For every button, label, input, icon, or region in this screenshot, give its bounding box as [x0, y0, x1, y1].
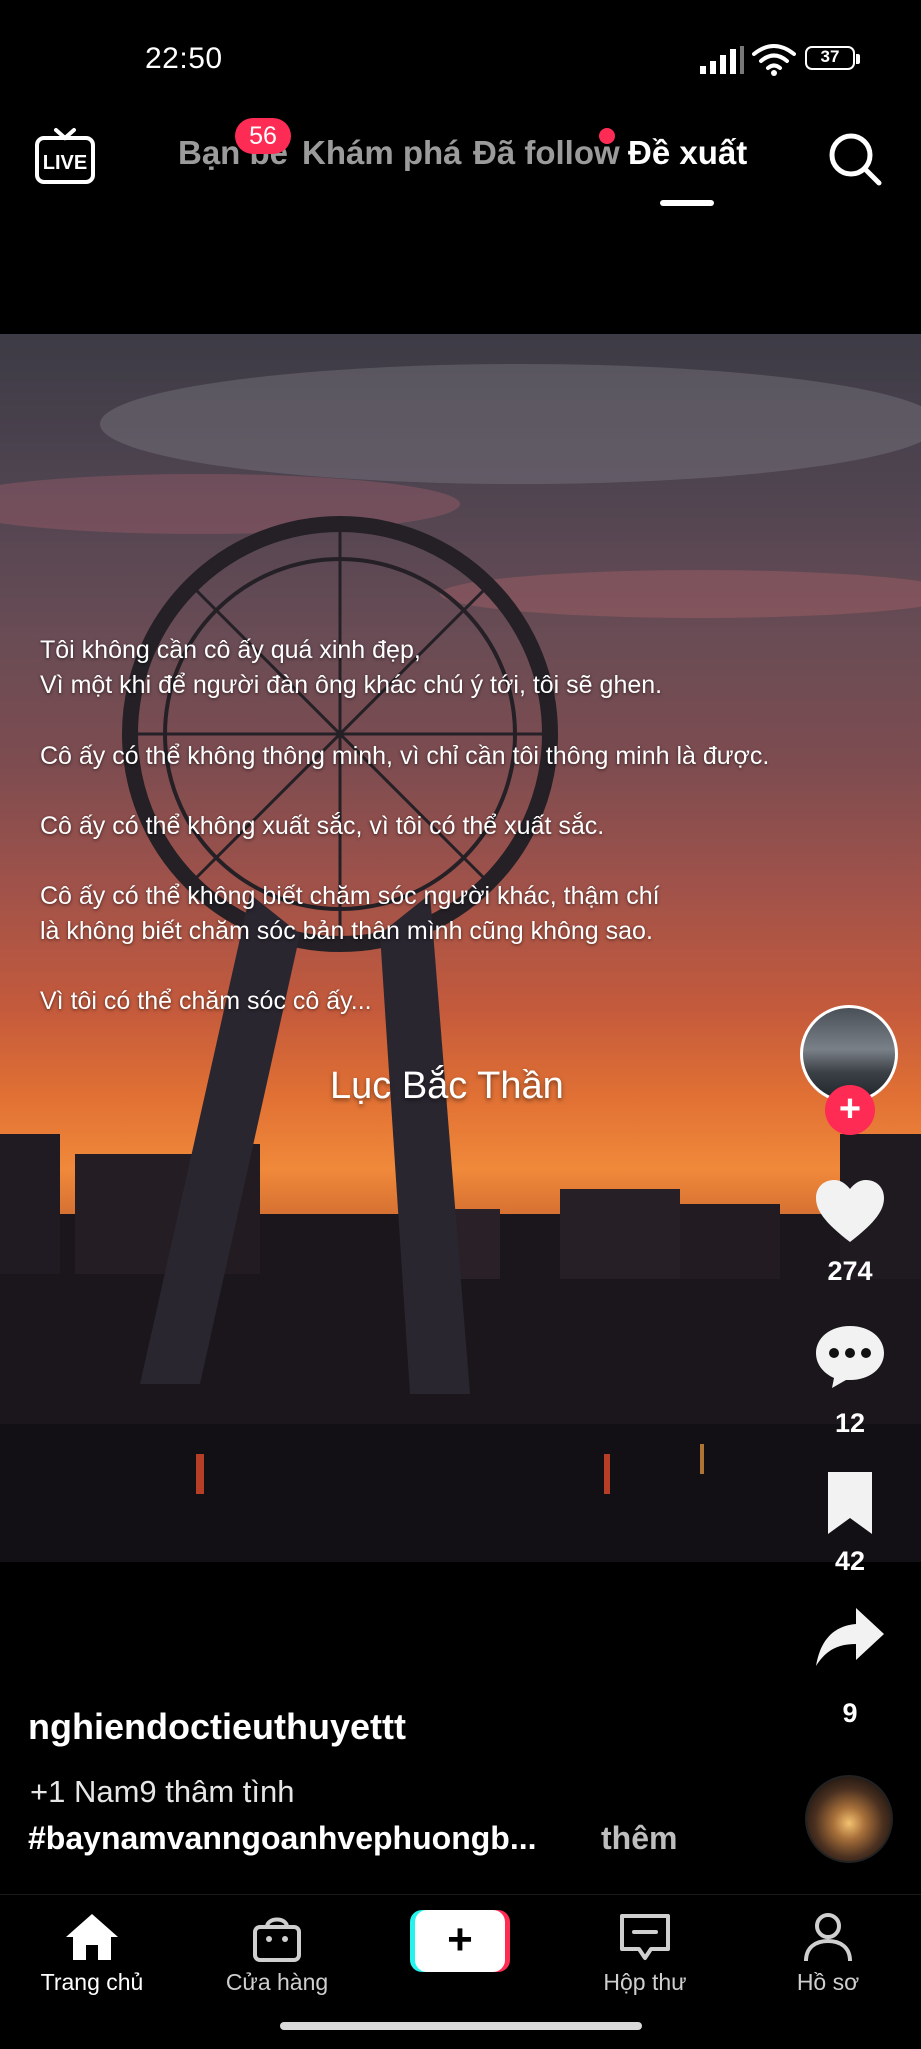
tab-following[interactable]: Đã follow: [473, 134, 620, 172]
follow-button[interactable]: +: [825, 1085, 875, 1135]
poem-line: Tôi không cần cô ấy quá xinh đẹp,: [40, 636, 421, 664]
signal-icon: [700, 46, 744, 74]
video-signature: Lục Bắc Thần: [330, 1065, 564, 1107]
inbox-icon: [620, 1914, 670, 1960]
nav-inbox-label: Hộp thư: [603, 1969, 687, 1995]
nav-shop-label: Cửa hàng: [225, 1969, 329, 1995]
nav-home[interactable]: Trang chủ: [22, 1911, 162, 1996]
caption-hashtags[interactable]: #baynamvanngoanhvephuongb...: [28, 1820, 537, 1857]
battery-icon: 37: [805, 46, 863, 74]
plus-icon: +: [415, 1910, 505, 1972]
bookmark-icon[interactable]: [814, 1470, 886, 1538]
shop-icon: [253, 1917, 301, 1962]
search-icon[interactable]: [826, 130, 884, 188]
home-indicator: [280, 2022, 642, 2030]
creator-username[interactable]: nghiendoctieuthuyettt: [28, 1706, 406, 1748]
profile-icon: [804, 1913, 852, 1962]
heart-icon[interactable]: [814, 1178, 886, 1246]
caption-text: +1 Nam9 thâm tình: [30, 1774, 295, 1809]
poem-line: là không biết chăm sóc bản thân mình cũn…: [40, 917, 653, 945]
nav-inbox[interactable]: Hộp thư: [575, 1911, 715, 1996]
music-disc[interactable]: [805, 1775, 893, 1863]
create-button[interactable]: +: [410, 1910, 510, 1972]
comment-icon[interactable]: [814, 1322, 886, 1390]
wifi-icon: [752, 44, 796, 76]
active-tab-indicator: [660, 200, 714, 206]
share-icon[interactable]: [814, 1604, 886, 1672]
video-player[interactable]: Tôi không cần cô ấy quá xinh đẹp, Vì một…: [0, 334, 921, 1562]
save-count: 42: [834, 1546, 866, 1576]
tab-explore[interactable]: Khám phá: [302, 134, 462, 172]
battery-level: 37: [820, 47, 840, 66]
poem-line: Cô ấy có thể không xuất sắc, vì tôi có t…: [40, 812, 605, 840]
poem-line: Cô ấy có thể không thông minh, vì chỉ cầ…: [40, 742, 770, 770]
status-time: 22:50: [145, 42, 223, 75]
poem-line: Cô ấy có thể không biết chăm sóc người k…: [40, 882, 660, 910]
home-icon: [66, 1914, 118, 1960]
comment-count: 12: [834, 1408, 866, 1438]
tab-for-you[interactable]: Đề xuất: [628, 134, 747, 172]
nav-shop[interactable]: Cửa hàng: [207, 1911, 347, 1996]
caption-more-button[interactable]: thêm: [601, 1820, 677, 1857]
nav-profile[interactable]: Hồ sơ: [758, 1911, 898, 1996]
live-icon[interactable]: LIVE: [34, 126, 96, 186]
live-label: LIVE: [43, 152, 87, 174]
video-scene: [0, 364, 921, 1562]
poem-line: Vì một khi để người đàn ông khác chú ý t…: [40, 671, 663, 699]
nav-profile-label: Hồ sơ: [796, 1969, 860, 1995]
following-notification-dot: [599, 128, 615, 144]
friends-count-badge: 56: [235, 118, 291, 154]
like-count: 274: [827, 1256, 873, 1286]
poem-line: Vì tôi có thể chăm sóc cô ấy...: [40, 987, 372, 1015]
share-count: 9: [842, 1698, 858, 1728]
nav-home-label: Trang chủ: [40, 1969, 144, 1995]
